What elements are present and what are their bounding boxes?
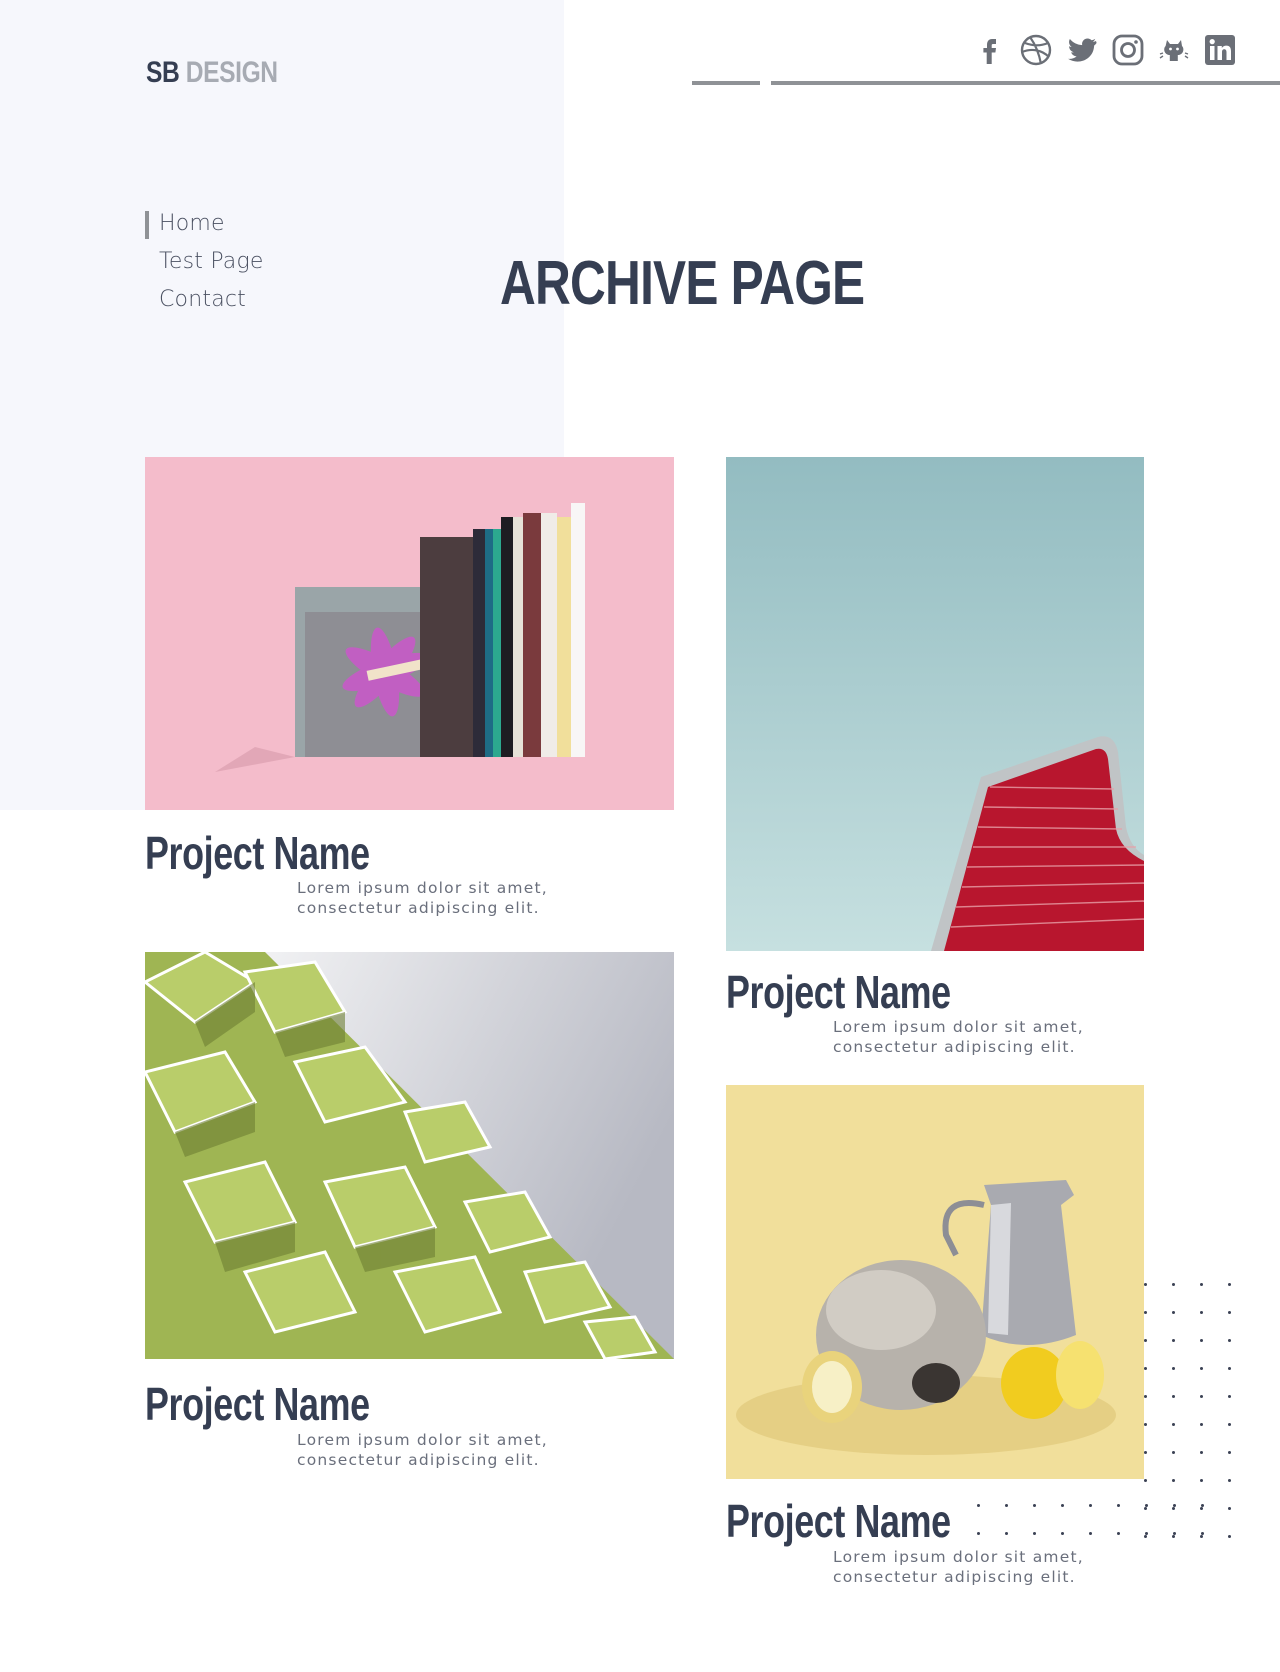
decorative-dot (1173, 1504, 1176, 1507)
decorative-dot (1228, 1423, 1231, 1426)
linkedin-icon (1205, 35, 1235, 65)
decorative-dot (1144, 1283, 1147, 1286)
decorative-dot (1144, 1311, 1147, 1314)
decorative-dot (1172, 1339, 1175, 1342)
project-name[interactable]: Project Name (145, 1377, 370, 1431)
decorative-dot (1145, 1504, 1148, 1507)
decorative-dot (1200, 1395, 1203, 1398)
green-balconies-photo[interactable] (145, 952, 674, 1359)
skull-lemons-photo[interactable] (726, 1085, 1144, 1479)
decorative-dot (1145, 1532, 1148, 1535)
decorative-dot (1228, 1395, 1231, 1398)
page-title: ARCHIVE PAGE (500, 249, 865, 318)
decorative-dot (1061, 1532, 1064, 1535)
decorative-dot (1172, 1479, 1175, 1482)
decorative-dot (1172, 1451, 1175, 1454)
decorative-dot (1173, 1532, 1176, 1535)
decorative-dot (1089, 1504, 1092, 1507)
decorative-dot (1200, 1339, 1203, 1342)
decorative-dot (1172, 1395, 1175, 1398)
instagram-link[interactable] (1110, 32, 1146, 68)
decorative-dot (1200, 1535, 1203, 1538)
twitter-icon (1068, 38, 1097, 62)
instagram-icon (1112, 34, 1144, 66)
project-description: Lorem ipsum dolor sit amet, consectetur … (833, 1548, 1084, 1586)
decorative-dot (1200, 1367, 1203, 1370)
decorative-dot (1228, 1451, 1231, 1454)
decorative-dot (1200, 1283, 1203, 1286)
project-description: Lorem ipsum dolor sit amet, consectetur … (297, 1431, 548, 1469)
nav-item-test-page[interactable]: Test Page (145, 246, 264, 284)
decorative-dot (1200, 1479, 1203, 1482)
decorative-dot (1061, 1504, 1064, 1507)
decorative-dot (1228, 1283, 1231, 1286)
decorative-dot (1228, 1339, 1231, 1342)
decorative-dot (1200, 1311, 1203, 1314)
decorative-dot (1172, 1283, 1175, 1286)
decorative-dot (1089, 1532, 1092, 1535)
decorative-dot (1228, 1535, 1231, 1538)
decorative-dot (1144, 1507, 1147, 1510)
linkedin-link[interactable] (1202, 32, 1238, 68)
decorative-dot (1144, 1395, 1147, 1398)
decorative-dot (1033, 1504, 1036, 1507)
decorative-dot (1172, 1367, 1175, 1370)
nav-item-contact[interactable]: Contact (145, 284, 264, 322)
decorative-dot (1144, 1339, 1147, 1342)
project-name[interactable]: Project Name (145, 826, 370, 880)
decorative-dot (1172, 1311, 1175, 1314)
decorative-dot (1117, 1532, 1120, 1535)
red-building-photo[interactable] (726, 457, 1144, 951)
github-link[interactable] (1156, 32, 1192, 68)
decorative-dot (1200, 1507, 1203, 1510)
github-icon (1159, 40, 1189, 61)
logo-design: DESIGN (185, 56, 278, 89)
facebook-link[interactable] (972, 32, 1008, 68)
twitter-link[interactable] (1064, 32, 1100, 68)
decorative-dot (1005, 1504, 1008, 1507)
decorative-dot (1005, 1532, 1008, 1535)
decorative-dot (1144, 1451, 1147, 1454)
decorative-dot (1172, 1423, 1175, 1426)
facebook-icon (983, 39, 996, 64)
decorative-dot (1228, 1367, 1231, 1370)
dribbble-icon (1020, 34, 1052, 66)
decorative-dot (1172, 1507, 1175, 1510)
decorative-dot (1201, 1504, 1204, 1507)
decorative-dot (1200, 1451, 1203, 1454)
logo-sb: SB (146, 56, 180, 89)
decorative-dot (1228, 1479, 1231, 1482)
header-rule-short (692, 81, 760, 85)
header-rule-long (771, 81, 1280, 85)
decorative-dot (1172, 1535, 1175, 1538)
decorative-dot (977, 1532, 980, 1535)
books-photo[interactable] (145, 457, 674, 810)
project-name[interactable]: Project Name (726, 965, 951, 1019)
nav-item-home[interactable]: Home (145, 208, 264, 246)
decorative-dot (1144, 1367, 1147, 1370)
decorative-dot (1201, 1532, 1204, 1535)
dribbble-link[interactable] (1018, 32, 1054, 68)
decorative-dot (1228, 1507, 1231, 1510)
decorative-dot (1144, 1479, 1147, 1482)
decorative-dot (1033, 1532, 1036, 1535)
decorative-dot (1200, 1423, 1203, 1426)
decorative-dot (1117, 1504, 1120, 1507)
decorative-dot (1144, 1423, 1147, 1426)
site-logo[interactable]: SB DESIGN (146, 56, 278, 90)
social-links (972, 32, 1238, 68)
main-nav: Home Test Page Contact (145, 208, 264, 322)
decorative-dot (1144, 1535, 1147, 1538)
decorative-dot (1228, 1311, 1231, 1314)
project-description: Lorem ipsum dolor sit amet, consectetur … (833, 1018, 1084, 1056)
project-description: Lorem ipsum dolor sit amet, consectetur … (297, 879, 548, 917)
decorative-dot (977, 1504, 980, 1507)
project-name[interactable]: Project Name (726, 1494, 951, 1548)
